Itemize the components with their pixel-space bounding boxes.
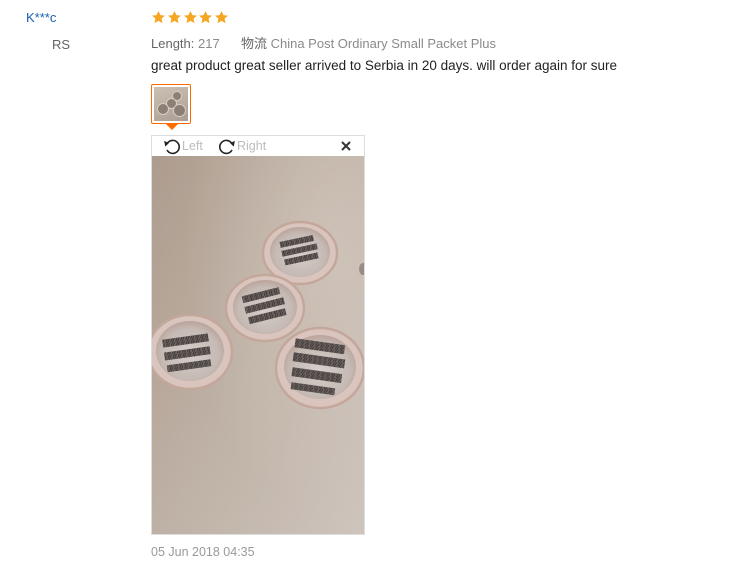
close-icon [341,141,351,151]
order-meta: Length: 217 物流 China Post Ordinary Small… [151,33,496,52]
close-viewer-button[interactable] [339,139,353,153]
rotate-left-button[interactable]: Left [162,137,203,155]
rotate-left-label: Left [182,139,203,153]
review-photo [152,156,364,534]
star-icon [214,10,229,25]
rotate-left-icon [162,137,182,155]
review-photo-thumbnail[interactable] [151,84,191,124]
length-value: 217 [198,36,220,51]
thumbnail-image [154,87,188,121]
image-viewer: Left Right [151,135,365,535]
thumbnail-selected-indicator [166,124,178,130]
star-icon [151,10,166,25]
review-text: great product great seller arrived to Se… [151,58,617,73]
star-icon [183,10,198,25]
rotate-right-icon [217,137,237,155]
length-label: Length: [151,36,195,51]
review-date: 05 Jun 2018 04:35 [151,545,255,559]
reviewer-country: RS [52,37,71,52]
shipping-label: 物流 [240,36,267,51]
star-icon [198,10,213,25]
rotate-right-label: Right [237,139,267,153]
rotate-right-button[interactable]: Right [217,137,266,155]
viewer-toolbar: Left Right [152,136,364,156]
shipping-value: China Post Ordinary Small Packet Plus [270,36,497,51]
star-rating [151,10,229,28]
star-icon [167,10,182,25]
reviewer-name[interactable]: K***c [26,10,56,25]
